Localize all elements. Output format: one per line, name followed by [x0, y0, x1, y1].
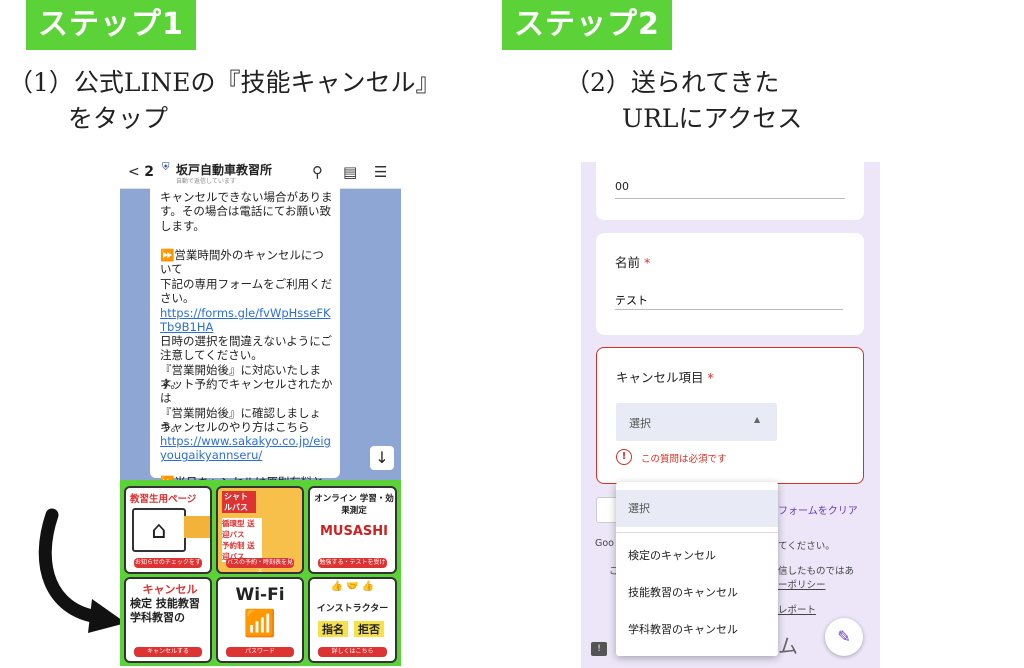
cancel-item-question-card: キャンセル項目 * 選択 ▲ ! この質問は必須です: [596, 347, 864, 484]
chevron-left-icon: <: [128, 164, 140, 180]
caret-up-icon: ▲: [754, 415, 761, 424]
message-line: ネット予約でキャンセルされたかは: [160, 377, 333, 406]
message-line: キャンセルできない場合があります。その場合は電話にてお願い致します。: [160, 190, 333, 233]
shield-icon: ⛨: [162, 162, 170, 173]
message-bubble: キャンセルできない場合があります。その場合は電話にてお願い致します。 ⏩営業時間…: [150, 188, 340, 489]
step2-instruction-line2: URLにアクセス: [622, 104, 803, 133]
scroll-down-icon[interactable]: ↓: [370, 446, 394, 470]
message-line: 下記の専用フォームをご利用ください。: [160, 277, 333, 306]
rich-menu-online-learning[interactable]: オンライン 学習・効果測定 MUSASHI 勉強する・テストを受ける: [308, 486, 397, 574]
previous-answer: 00: [615, 180, 629, 193]
error-message: この質問は必須です: [641, 454, 727, 465]
name-input[interactable]: [615, 291, 843, 310]
cancel-item-dropdown: 選択 検定のキャンセル 技能教習のキャンセル 学科教習のキャンセル: [616, 482, 778, 656]
rich-menu-footer: キャンセルする: [134, 647, 202, 657]
rich-menu-student-page[interactable]: 教習生用ページ ⌂ お知らせのチェックをする: [124, 486, 212, 574]
wifi-icon: 📶: [243, 609, 277, 639]
pointer-arrow-icon: [38, 508, 126, 633]
step2-instruction-line1: （2）送られてきた: [565, 68, 780, 97]
rich-menu-cancel[interactable]: キャンセル 検定 技能教習 学科教習の キャンセルする: [124, 577, 212, 663]
report-link[interactable]: レポート: [778, 602, 816, 616]
line-chat-screen: < 2 ⛨ 坂戸自動車教習所 自動で返信しています ⚲ ▤ ☰ キャンセルできな…: [120, 158, 401, 666]
message-line: 日時の選択を間違えないようにご注意してください。: [160, 334, 333, 363]
thumbs-icons: 👍 🤝 👍: [330, 581, 375, 592]
rich-menu-instructor[interactable]: 👍 🤝 👍 インストラクター 指名 拒否 詳しくはこちら: [308, 577, 397, 663]
rich-menu-footer: お知らせのチェックをする: [134, 558, 202, 574]
message-line: ⏩営業時間外のキャンセルについて: [160, 248, 324, 277]
search-icon[interactable]: ⚲: [312, 163, 323, 181]
edit-fab[interactable]: ✎: [825, 618, 863, 656]
forms-brand: ム: [778, 634, 798, 658]
menu-icon[interactable]: ☰: [374, 163, 387, 181]
step1-instruction-line1: （1）公式LINEの『技能キャンセル』: [8, 68, 441, 97]
privacy-policy-link[interactable]: ーポリシー: [778, 577, 826, 591]
dropdown-option[interactable]: 選択: [616, 490, 778, 527]
rich-menu-wifi[interactable]: Wi-Fi 📶 パスワード: [216, 577, 304, 663]
dropdown-option[interactable]: 技能教習のキャンセル: [616, 574, 778, 611]
rich-menu: 教習生用ページ ⌂ お知らせのチェックをする シャトルバス 循環型 送迎バス 予…: [120, 480, 401, 666]
dropdown-option[interactable]: 学科教習のキャンセル: [616, 611, 778, 648]
google-form-screen: 00 名前 * キャンセル項目 * 選択 ▲ ! この質問は必須です フォームを…: [581, 162, 880, 668]
step1-instruction-line2: をタップ: [68, 104, 169, 133]
step2-badge: ステップ2: [502, 0, 672, 50]
forms-link[interactable]: https://forms.gle/fvWpHsseFKTb9B1HA: [160, 306, 335, 335]
rich-menu-footer: パスワード: [226, 647, 294, 657]
pencil-icon: ✎: [837, 627, 851, 646]
chat-subtitle: 自動で返信しています: [176, 178, 236, 185]
message-line: キャンセルのやり方はこちら: [160, 420, 310, 434]
rich-menu-footer: バスの予約・時刻表を見る: [226, 558, 294, 574]
house-icon: ⌂: [132, 508, 186, 552]
back-button[interactable]: < 2: [128, 164, 154, 180]
step1-badge: ステップ1: [26, 0, 196, 50]
rich-menu-shuttle-bus[interactable]: シャトルバス 循環型 送迎バス 予約制 送迎バス バスの予約・時刻表を見る: [216, 486, 304, 574]
name-label: 名前 *: [615, 255, 651, 270]
chat-header: < 2 ⛨ 坂戸自動車教習所 自動で返信しています ⚲ ▤ ☰: [120, 158, 401, 189]
feedback-icon[interactable]: !: [591, 642, 607, 656]
rich-menu-footer: 詳しくはこちら: [318, 647, 387, 657]
dropdown-option[interactable]: 検定のキャンセル: [616, 537, 778, 574]
website-link[interactable]: https://www.sakakyo.co.jp/eigyougaikyann…: [160, 434, 335, 463]
name-question-card: 名前 *: [596, 233, 864, 335]
musashi-logo: MUSASHI: [320, 524, 388, 539]
cancel-item-label: キャンセル項目 *: [616, 370, 714, 385]
previous-question-card: 00: [596, 162, 864, 220]
notes-icon[interactable]: ▤: [343, 163, 357, 181]
clear-form-link[interactable]: フォームをクリア: [778, 502, 858, 517]
cancel-item-select[interactable]: 選択 ▲: [616, 403, 777, 441]
error-icon: !: [616, 449, 632, 465]
rich-menu-footer: 勉強する・テストを受ける: [318, 558, 387, 574]
